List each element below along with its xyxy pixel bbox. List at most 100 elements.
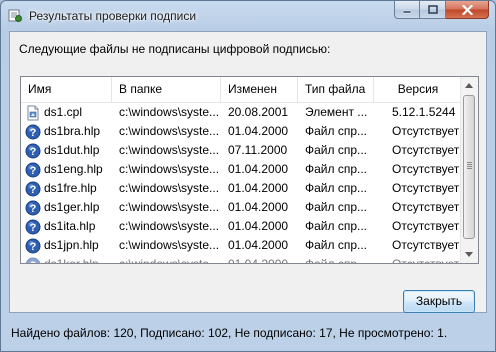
help-icon: ? (25, 181, 41, 196)
table-row[interactable]: ? ds1bra.hlp c:\windows\syste... 01.04.2… (21, 122, 463, 141)
svg-text:?: ? (30, 165, 37, 177)
cell-name: ? ds1eng.hlp (21, 160, 112, 179)
table-row[interactable]: ? ds1ger.hlp c:\windows\syste... 01.04.2… (21, 198, 463, 217)
cell-name: ? ds1ita.hlp (21, 217, 112, 236)
close-icon (461, 4, 473, 15)
table-row[interactable]: ? ds1kor.hlp c:\windows\syste... 01.04.2… (21, 255, 463, 265)
cell-version: Отсутствует (392, 238, 460, 252)
cell-version: 5.12.1.5244 (392, 105, 456, 119)
thumb-grip (467, 166, 472, 167)
file-name: ds1.cpl (44, 105, 83, 119)
table-row[interactable]: ? ds1jpn.hlp c:\windows\syste... 01.04.2… (21, 236, 463, 255)
cell-type: Файл спр... (305, 143, 368, 157)
window-title: Результаты проверки подписи (29, 9, 197, 23)
cell-modified: 01.04.2000 (228, 257, 289, 264)
cell-modified: 01.04.2000 (228, 124, 289, 138)
table-row[interactable]: ? ds1dut.hlp c:\windows\syste... 07.11.2… (21, 141, 463, 160)
file-name: ds1ita.hlp (44, 219, 96, 233)
arrow-up-icon (465, 83, 473, 88)
file-name: ds1eng.hlp (44, 162, 103, 176)
list-rows: ds1.cpl c:\windows\syste... 20.08.2001 Э… (21, 103, 463, 265)
cell-version: Отсутствует (392, 181, 460, 195)
cell-modified: 01.04.2000 (228, 238, 289, 252)
title-bar[interactable]: Результаты проверки подписи (1, 1, 495, 31)
scroll-down-button[interactable] (461, 246, 477, 263)
help-icon: ? (25, 238, 41, 253)
cell-folder: c:\windows\syste... (119, 105, 220, 119)
svg-text:?: ? (30, 127, 37, 139)
unsigned-files-message: Следующие файлы не подписаны цифровой по… (19, 42, 331, 56)
cell-folder: c:\windows\syste... (119, 143, 220, 157)
svg-text:?: ? (30, 146, 37, 158)
svg-text:?: ? (30, 260, 37, 265)
thumb-grip (467, 164, 472, 165)
svg-text:?: ? (30, 241, 37, 253)
caption-buttons (394, 1, 489, 20)
svg-text:?: ? (30, 203, 37, 215)
file-name: ds1jpn.hlp (44, 238, 99, 252)
cell-name: ? ds1kor.hlp (21, 255, 112, 265)
svg-text:?: ? (30, 222, 37, 234)
help-icon: ? (25, 200, 41, 215)
file-name: ds1bra.hlp (44, 124, 101, 138)
status-summary: Найдено файлов: 120, Подписано: 102, Не … (11, 326, 448, 340)
cell-name: ? ds1dut.hlp (21, 141, 112, 160)
file-name: ds1dut.hlp (44, 143, 100, 157)
minimize-button[interactable] (394, 1, 420, 19)
close-button[interactable]: Закрыть (403, 290, 475, 313)
column-header-name[interactable]: Имя (21, 77, 112, 102)
cell-version: Отсутствует (392, 200, 460, 214)
cell-name: ? ds1ger.hlp (21, 198, 112, 217)
cell-modified: 07.11.2000 (228, 143, 288, 157)
cell-type: Файл спр... (305, 219, 368, 233)
file-name: ds1fre.hlp (44, 181, 97, 195)
file-name: ds1kor.hlp (44, 257, 99, 264)
cell-type: Файл спр... (305, 238, 368, 252)
maximize-button[interactable] (420, 1, 446, 19)
vertical-scrollbar[interactable] (460, 77, 478, 263)
arrow-down-icon (465, 252, 473, 257)
list-header: Имя В папке Изменен Тип файла Версия (21, 77, 463, 103)
close-window-button[interactable] (446, 1, 489, 19)
cell-name: ds1.cpl (21, 103, 112, 122)
file-list[interactable]: Имя В папке Изменен Тип файла Версия ds1… (20, 76, 479, 264)
help-icon: ? (25, 143, 41, 158)
thumb-grip (467, 162, 472, 163)
cell-modified: 01.04.2000 (228, 219, 289, 233)
cell-version: Отсутствует (392, 257, 460, 264)
cell-folder: c:\windows\syste... (119, 124, 220, 138)
cell-version: Отсутствует (392, 124, 460, 138)
maximize-icon (427, 5, 438, 14)
cell-type: Элемент ... (305, 105, 368, 119)
cell-type: Файл спр... (305, 124, 368, 138)
cell-type: Файл спр... (305, 257, 368, 264)
column-header-type[interactable]: Тип файла (298, 77, 374, 102)
cell-name: ? ds1fre.hlp (21, 179, 112, 198)
scroll-up-button[interactable] (461, 77, 477, 94)
cell-folder: c:\windows\syste... (119, 200, 220, 214)
cell-folder: c:\windows\syste... (119, 238, 220, 252)
cell-modified: 20.08.2001 (228, 105, 289, 119)
table-row[interactable]: ? ds1ita.hlp c:\windows\syste... 01.04.2… (21, 217, 463, 236)
help-icon: ? (25, 257, 41, 265)
cell-type: Файл спр... (305, 181, 368, 195)
cell-version: Отсутствует (392, 162, 460, 176)
scrollbar-thumb[interactable] (463, 95, 475, 239)
column-header-folder[interactable]: В папке (112, 77, 221, 102)
column-header-modified[interactable]: Изменен (221, 77, 298, 102)
table-row[interactable]: ds1.cpl c:\windows\syste... 20.08.2001 Э… (21, 103, 463, 122)
cell-modified: 01.04.2000 (228, 200, 289, 214)
cell-version: Отсутствует (392, 219, 460, 233)
signature-verification-icon (8, 9, 22, 22)
help-icon: ? (25, 219, 41, 234)
cell-type: Файл спр... (305, 200, 368, 214)
table-row[interactable]: ? ds1fre.hlp c:\windows\syste... 01.04.2… (21, 179, 463, 198)
svg-text:?: ? (30, 184, 37, 196)
help-icon: ? (25, 162, 41, 177)
cell-modified: 01.04.2000 (228, 181, 289, 195)
column-header-version[interactable]: Версия (374, 77, 463, 102)
cell-version: Отсутствует (392, 143, 460, 157)
cell-modified: 01.04.2000 (228, 162, 289, 176)
cell-name: ? ds1bra.hlp (21, 122, 112, 141)
table-row[interactable]: ? ds1eng.hlp c:\windows\syste... 01.04.2… (21, 160, 463, 179)
